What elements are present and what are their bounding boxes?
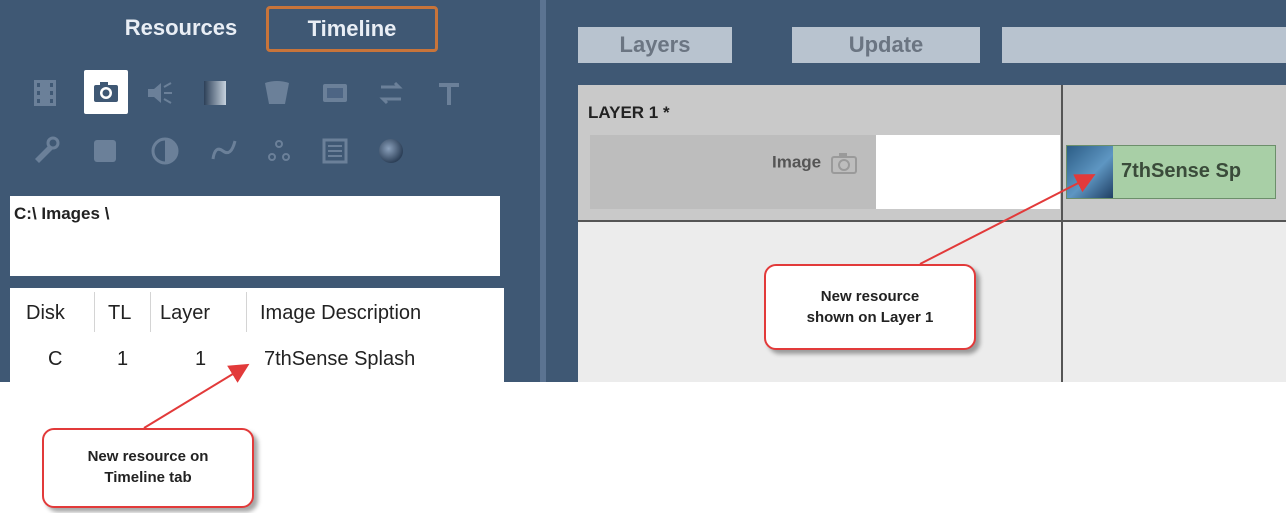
callout-text: shown on Layer 1 [806,309,934,326]
cell-image-description: 7thSense Splash [264,348,416,370]
dots-icon[interactable] [260,132,298,170]
resources-panel: Resources Timeline C:\ Images \ Disk TL … [0,0,540,382]
callout-text: New resource on [87,448,209,465]
layer-title: LAYER 1 * [588,103,670,122]
column-header-disk[interactable]: Disk [26,302,65,325]
cell-disk: C [48,348,63,370]
column-divider [150,292,151,332]
sphere-icon[interactable] [372,132,410,170]
track-empty-area[interactable] [876,135,1060,209]
tab-resources[interactable]: Resources [110,8,252,48]
playhead-line[interactable] [1061,85,1063,382]
swap-icon[interactable] [372,74,410,112]
update-button[interactable]: Update [792,27,980,63]
callout-layer1: New resource shown on Layer 1 [764,264,976,350]
clip-thumbnail [1067,146,1113,198]
callout-timeline-tab: New resource on Timeline tab [42,428,254,508]
cell-layer: 1 [195,348,207,370]
callout-text: Timeline tab [104,469,192,486]
curve-icon[interactable] [204,132,242,170]
track-label: Image [772,151,858,175]
contrast-icon[interactable] [146,132,184,170]
column-header-image-description[interactable]: Image Description [260,302,421,325]
shield-icon[interactable] [258,74,296,112]
camera-icon[interactable] [84,70,128,114]
screen-icon[interactable] [316,74,354,112]
timeline-clip[interactable]: 7thSense Sp [1066,145,1276,199]
square-icon[interactable] [86,132,124,170]
layers-button[interactable]: Layers [578,27,732,63]
speaker-icon[interactable] [140,74,178,112]
gradient-icon[interactable] [196,74,234,112]
clip-label: 7thSense Sp [1121,160,1242,182]
toolbar-blank-button[interactable] [1002,27,1286,63]
text-icon[interactable] [430,74,468,112]
path-display: C:\ Images \ [10,196,500,276]
column-divider [94,292,95,332]
track-label-text: Image [772,152,822,172]
camera-icon [830,153,857,174]
tab-timeline[interactable]: Timeline [266,6,438,52]
tools-icon[interactable] [26,132,64,170]
list-icon[interactable] [316,132,354,170]
cell-tl: 1 [117,348,129,370]
column-header-tl[interactable]: TL [108,302,131,325]
callout-text: New resource [820,288,920,305]
path-text: C:\ Images \ [14,204,110,223]
film-icon[interactable] [26,74,64,112]
column-header-layer[interactable]: Layer [160,302,210,325]
column-divider [246,292,247,332]
grid-line [578,220,1286,222]
resource-table: Disk TL Layer Image Description C 1 1 7t… [10,288,504,382]
